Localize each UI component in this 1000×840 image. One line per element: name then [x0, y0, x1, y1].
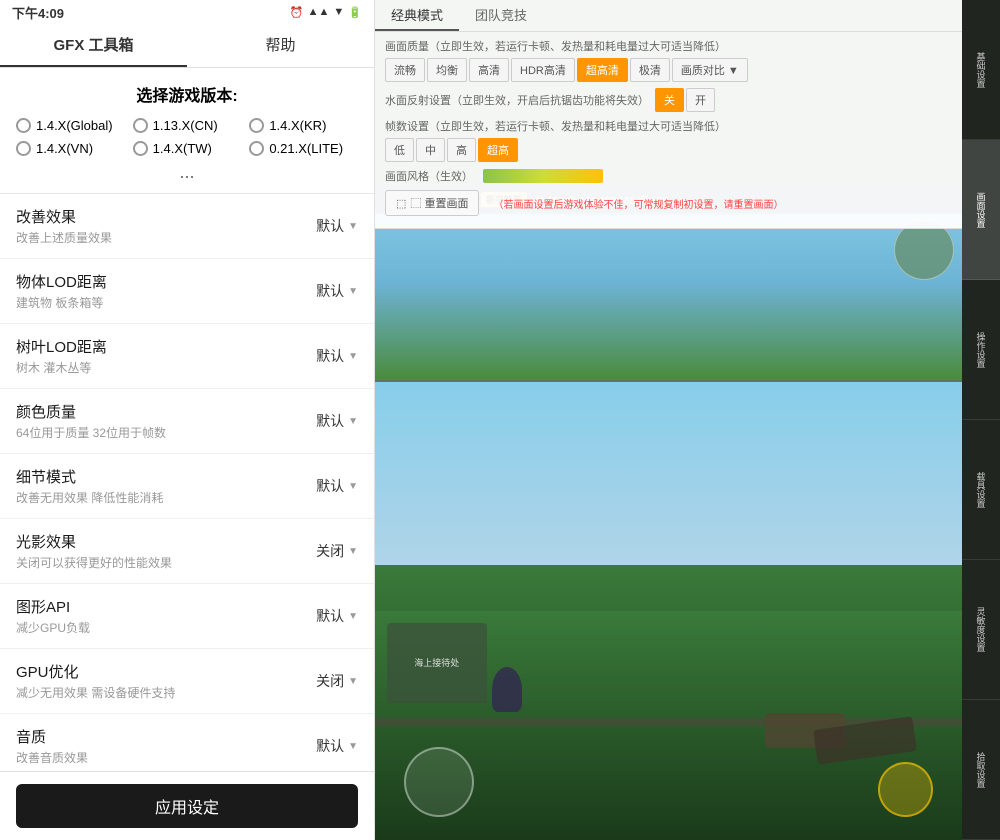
radio-global [16, 118, 31, 133]
radio-tw [133, 141, 148, 156]
left-panel: 下午4:09 ⏰ ▲▲ ▼ 🔋 GFX 工具箱 帮助 选择游戏版本: 1.4.X… [0, 0, 375, 840]
chevron-down-icon: ▼ [348, 611, 358, 622]
settings-list: 改善效果 改善上述质量效果 默认 ▼ 物体LOD距离 建筑物 板条箱等 默认 ▼… [0, 194, 374, 771]
status-time: 下午4:09 [12, 3, 64, 22]
game-bg-bottom: 海上接待处 [375, 380, 962, 840]
setting-gpu-optimize[interactable]: GPU优化 减少无用效果 需设备硬件支持 关闭 ▼ [0, 649, 374, 714]
quality-row: 画面质量（立即生效，若运行卡顿、发热量和耗电量过大可适当降低） 流畅 均衡 高清… [385, 38, 952, 82]
version-vn[interactable]: 1.4.X(VN) [16, 141, 125, 156]
fps-btn-group: 低 中 高 超高 [385, 138, 952, 162]
wifi-icon: ▼ [333, 6, 344, 18]
quality-ultra[interactable]: 超高清 [577, 58, 628, 82]
water-on[interactable]: 开 [686, 88, 715, 112]
quality-hdr[interactable]: HDR高清 [511, 58, 575, 82]
header-tabs: GFX 工具箱 帮助 [0, 24, 374, 68]
minimap [894, 220, 954, 280]
quality-balance[interactable]: 均衡 [427, 58, 467, 82]
setting-foliage-lod[interactable]: 树叶LOD距离 树木 灌木丛等 默认 ▼ [0, 324, 374, 389]
nav-basic-settings[interactable]: 基础设置 [962, 0, 1000, 140]
version-lite[interactable]: 0.21.X(LITE) [249, 141, 358, 156]
chevron-down-icon: ▼ [348, 351, 358, 362]
fps-low[interactable]: 低 [385, 138, 414, 162]
water-row: 水面反射设置（立即生效，开启后抗锯齿功能将失效） 关 开 [385, 88, 952, 112]
alarm-icon: ⏰ [290, 6, 304, 19]
reset-row: ⬚ ⬚ 重置画面 （若画面设置后游戏体验不佳，可常规复制初设置，请重置画面） [385, 190, 952, 216]
apply-btn-area: 应用设定 [0, 771, 374, 840]
version-more[interactable]: ... [16, 162, 358, 183]
setting-object-lod[interactable]: 物体LOD距离 建筑物 板条箱等 默认 ▼ [0, 259, 374, 324]
version-section: 选择游戏版本: 1.4.X(Global) 1.13.X(CN) 1.4.X(K… [0, 68, 374, 194]
style-row: 画面风格（生效） [385, 168, 952, 184]
setting-improve-effect[interactable]: 改善效果 改善上述质量效果 默认 ▼ [0, 194, 374, 259]
nav-pickup-settings[interactable]: 拾取设置 [962, 700, 1000, 840]
reset-icon: ⬚ [396, 197, 406, 210]
radio-lite [249, 141, 264, 156]
fps-label: 帧数设置（立即生效，若运行卡顿、发热量和耗电量过大可适当降低） [385, 118, 952, 134]
right-panel: 经典模式 团队竞技 画面质量（立即生效，若运行卡顿、发热量和耗电量过大可适当降低… [375, 0, 1000, 840]
nav-graphics-settings[interactable]: 画面设置 [962, 140, 1000, 280]
gfx-overlay: 经典模式 团队竞技 画面质量（立即生效，若运行卡顿、发热量和耗电量过大可适当降低… [375, 0, 962, 229]
water-label: 水面反射设置（立即生效，开启后抗锯齿功能将失效） [385, 92, 649, 108]
water-btn-group: 关 开 [655, 88, 715, 112]
version-global[interactable]: 1.4.X(Global) [16, 118, 125, 133]
version-cn[interactable]: 1.13.X(CN) [133, 118, 242, 133]
fps-mid[interactable]: 中 [416, 138, 445, 162]
fps-ultra[interactable]: 超高 [478, 138, 518, 162]
setting-color-quality[interactable]: 颜色质量 64位用于质量 32位用于帧数 默认 ▼ [0, 389, 374, 454]
chevron-down-icon: ▼ [348, 741, 358, 752]
signal-icon: ▲▲ [308, 6, 330, 18]
fps-high[interactable]: 高 [447, 138, 476, 162]
radio-cn [133, 118, 148, 133]
quality-hd[interactable]: 高清 [469, 58, 509, 82]
version-grid: 1.4.X(Global) 1.13.X(CN) 1.4.X(KR) 1.4.X… [16, 118, 358, 156]
setting-detail-mode[interactable]: 细节模式 改善无用效果 降低性能消耗 默认 ▼ [0, 454, 374, 519]
radio-kr [249, 118, 264, 133]
chevron-down-icon: ▼ [348, 481, 358, 492]
quality-btn-group: 流畅 均衡 高清 HDR高清 超高清 极清 画质对比 ▼ [385, 58, 952, 82]
setting-audio[interactable]: 音质 改善音质效果 默认 ▼ [0, 714, 374, 771]
radio-vn [16, 141, 31, 156]
chevron-down-icon: ▼ [348, 546, 358, 557]
chevron-down-icon: ▼ [348, 416, 358, 427]
status-bar: 下午4:09 ⏰ ▲▲ ▼ 🔋 [0, 0, 374, 24]
gfx-tab-bar: 经典模式 团队竞技 [375, 0, 962, 32]
version-title: 选择游戏版本: [16, 82, 358, 106]
version-tw[interactable]: 1.4.X(TW) [133, 141, 242, 156]
fps-row: 帧数设置（立即生效，若运行卡顿、发热量和耗电量过大可适当降低） 低 中 高 超高 [385, 118, 952, 162]
reset-button[interactable]: ⬚ ⬚ 重置画面 [385, 190, 479, 216]
tab-gfx[interactable]: GFX 工具箱 [0, 24, 187, 67]
tab-help[interactable]: 帮助 [187, 24, 374, 67]
setting-graphics-api[interactable]: 图形API 减少GPU负载 默认 ▼ [0, 584, 374, 649]
chevron-down-icon: ▼ [348, 676, 358, 687]
apply-button[interactable]: 应用设定 [16, 784, 358, 828]
version-kr[interactable]: 1.4.X(KR) [249, 118, 358, 133]
style-label: 画面风格（生效） [385, 168, 473, 184]
quality-smooth[interactable]: 流畅 [385, 58, 425, 82]
nav-sensitivity-settings[interactable]: 灵敏度设置 [962, 560, 1000, 700]
right-nav: 基础设置 画面设置 操作设置 载具设置 灵敏度设置 拾取设置 [962, 0, 1000, 840]
setting-shadow[interactable]: 光影效果 关闭可以获得更好的性能效果 关闭 ▼ [0, 519, 374, 584]
chevron-down-icon: ▼ [348, 286, 358, 297]
gfx-content: 画面质量（立即生效，若运行卡顿、发热量和耗电量过大可适当降低） 流畅 均衡 高清… [375, 32, 962, 228]
quality-label: 画面质量（立即生效，若运行卡顿、发热量和耗电量过大可适当降低） [385, 38, 952, 54]
nav-vehicle-settings[interactable]: 载具设置 [962, 420, 1000, 560]
gfx-tab-team[interactable]: 团队竞技 [459, 0, 543, 31]
reset-warning: （若画面设置后游戏体验不佳，可常规复制初设置，请重置画面） [493, 196, 783, 211]
status-icons: ⏰ ▲▲ ▼ 🔋 [290, 6, 362, 19]
gfx-tab-classic[interactable]: 经典模式 [375, 0, 459, 31]
water-off[interactable]: 关 [655, 88, 684, 112]
nav-controls-settings[interactable]: 操作设置 [962, 280, 1000, 420]
quality-extreme[interactable]: 极清 [630, 58, 670, 82]
chevron-down-icon: ▼ [348, 221, 358, 232]
battery-icon: 🔋 [348, 6, 362, 19]
quality-compare[interactable]: 画质对比 ▼ [672, 58, 748, 82]
